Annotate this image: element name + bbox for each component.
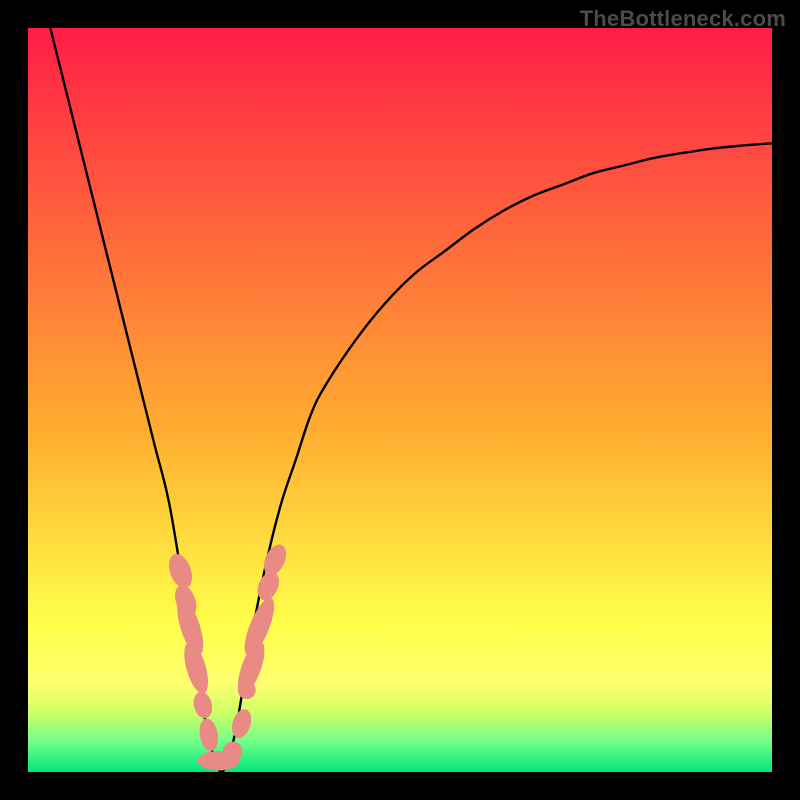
watermark-text: TheBottleneck.com bbox=[580, 6, 786, 32]
chart-frame: TheBottleneck.com bbox=[0, 0, 800, 800]
curve-marker bbox=[223, 742, 242, 761]
chart-svg bbox=[28, 28, 772, 772]
gradient-background bbox=[28, 28, 772, 772]
plot-area bbox=[28, 28, 772, 772]
